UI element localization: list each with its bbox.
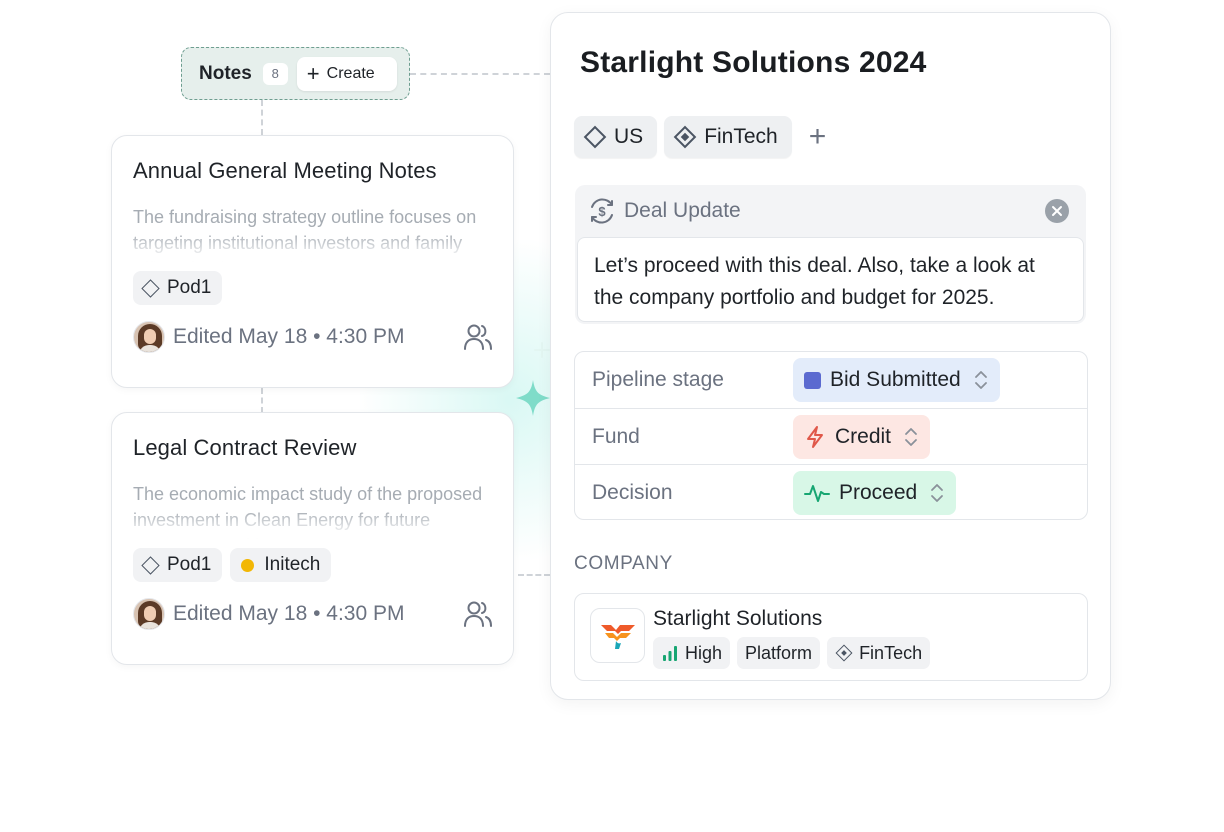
select-value: Proceed xyxy=(839,480,918,504)
notes-header: Notes 8 + Create xyxy=(181,47,410,100)
diamond-icon xyxy=(141,555,160,575)
close-icon[interactable] xyxy=(1045,199,1069,223)
company-name: Starlight Solutions xyxy=(653,607,823,630)
tag-us[interactable]: US xyxy=(574,116,658,158)
create-note-button[interactable]: + Create xyxy=(296,56,397,91)
note-card[interactable]: Annual General Meeting Notes The fundrai… xyxy=(111,135,514,388)
tag-high[interactable]: High xyxy=(653,637,731,669)
edited-timestamp: Edited May 18 • 4:30 PM xyxy=(173,325,405,348)
connector-line xyxy=(261,388,263,413)
deal-title: Starlight Solutions 2024 xyxy=(580,46,927,79)
tag-label: Initech xyxy=(264,554,321,575)
select-value: Bid Submitted xyxy=(830,368,961,391)
tag-fintech[interactable]: FinTech xyxy=(664,116,792,158)
tag-pod1[interactable]: Pod1 xyxy=(133,548,223,582)
plus-icon: + xyxy=(306,60,320,86)
tag-initech[interactable]: Initech xyxy=(230,548,332,582)
deal-update-text[interactable]: Let’s proceed with this deal. Also, take… xyxy=(577,237,1084,322)
property-label: Fund xyxy=(592,424,640,448)
avatar xyxy=(133,598,165,630)
tag-pod1[interactable]: Pod1 xyxy=(133,271,223,305)
tag-platform[interactable]: Platform xyxy=(737,637,821,669)
people-icon[interactable] xyxy=(463,599,493,629)
notes-title: Notes xyxy=(199,62,252,84)
company-logo xyxy=(590,608,645,663)
svg-text:$: $ xyxy=(598,204,606,219)
tag-label: Platform xyxy=(745,642,813,663)
property-label: Decision xyxy=(592,480,673,504)
deal-update-label: Deal Update xyxy=(624,199,741,222)
add-tag-button[interactable]: + xyxy=(809,122,827,152)
select-value: Credit xyxy=(835,424,892,448)
pulse-icon xyxy=(804,484,830,502)
sparkle-icon xyxy=(516,380,550,416)
chevron-updown-icon xyxy=(931,483,944,502)
connector-line xyxy=(518,574,550,576)
pipeline-stage-select[interactable]: Bid Submitted xyxy=(793,358,1000,402)
decision-select[interactable]: Proceed xyxy=(793,470,957,515)
people-icon[interactable] xyxy=(463,322,493,352)
avatar xyxy=(133,321,165,353)
edited-timestamp: Edited May 18 • 4:30 PM xyxy=(173,602,405,625)
diamond-icon xyxy=(141,278,160,298)
property-label: Pipeline stage xyxy=(592,368,724,391)
tag-label: Pod1 xyxy=(167,277,212,298)
note-excerpt: The economic impact study of the propose… xyxy=(133,484,483,539)
diamond-dot-icon xyxy=(835,644,853,662)
note-excerpt: The fundraising strategy outline focuses… xyxy=(133,207,477,262)
note-title: Annual General Meeting Notes xyxy=(133,158,437,183)
company-logo-icon xyxy=(600,624,635,649)
status-square-icon xyxy=(804,371,821,389)
fund-select[interactable]: Credit xyxy=(793,414,931,459)
tag-fintech[interactable]: FinTech xyxy=(827,637,931,669)
chevron-updown-icon xyxy=(974,371,987,389)
property-row-pipeline-stage: Pipeline stage Bid Submitted xyxy=(575,352,1087,408)
diamond-dot-icon xyxy=(673,125,697,149)
chevron-updown-icon xyxy=(905,427,917,446)
company-card[interactable]: Starlight Solutions High Platform FinTec… xyxy=(574,593,1088,681)
deal-tags: US FinTech + xyxy=(574,116,826,158)
dollar-refresh-icon: $ xyxy=(591,198,613,224)
small-sparkle-icon xyxy=(534,342,550,358)
company-section-label: COMPANY xyxy=(574,553,673,574)
property-row-decision: Decision Proceed xyxy=(575,464,1087,520)
notes-count-badge: 8 xyxy=(262,62,288,85)
diamond-icon xyxy=(583,125,607,149)
tag-label: High xyxy=(685,642,723,663)
deal-properties: Pipeline stage Bid Submitted Fund Credit xyxy=(574,351,1088,520)
tag-label: FinTech xyxy=(704,125,778,148)
lightning-icon xyxy=(807,425,823,448)
signal-bars-icon xyxy=(663,646,677,661)
create-label: Create xyxy=(326,64,375,82)
note-card[interactable]: Legal Contract Review The economic impac… xyxy=(111,412,514,665)
tag-label: US xyxy=(614,125,644,148)
deal-update: $ Deal Update Let’s proceed with this de… xyxy=(575,185,1086,324)
tag-label: FinTech xyxy=(859,642,923,663)
deal-panel: Starlight Solutions 2024 US FinTech + $ … xyxy=(550,12,1111,700)
company-tags: High Platform FinTech xyxy=(653,637,931,669)
connector-line xyxy=(261,100,263,135)
property-row-fund: Fund Credit xyxy=(575,408,1087,464)
tag-label: Pod1 xyxy=(167,554,212,575)
connector-line xyxy=(410,73,550,75)
status-dot-icon xyxy=(241,558,255,572)
note-title: Legal Contract Review xyxy=(133,435,357,460)
